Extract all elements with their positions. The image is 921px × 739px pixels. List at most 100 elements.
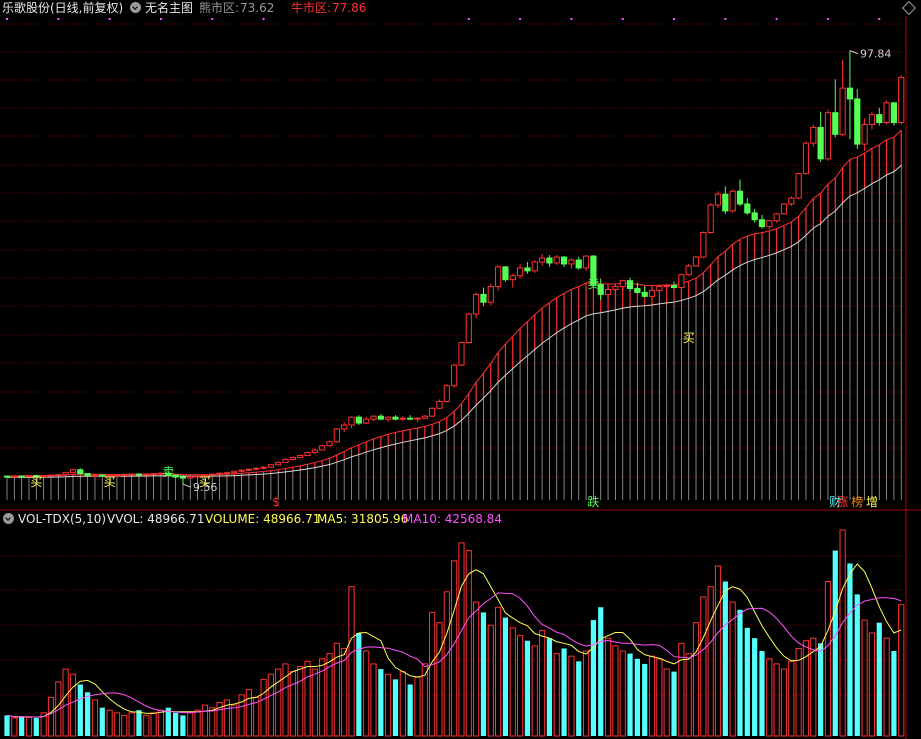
candle-body bbox=[311, 449, 318, 454]
volume-bar bbox=[465, 550, 472, 737]
candle-body bbox=[868, 114, 876, 125]
volume-bar bbox=[128, 712, 135, 737]
volume-bar bbox=[546, 638, 553, 736]
candle-body bbox=[634, 288, 641, 293]
candle-body bbox=[253, 467, 260, 470]
candle-body bbox=[304, 452, 311, 456]
candle-body bbox=[121, 474, 128, 477]
candle-body bbox=[69, 469, 77, 474]
volume-bar bbox=[150, 712, 157, 737]
volume-bar bbox=[304, 660, 311, 737]
volume-bar bbox=[773, 663, 780, 737]
volume-bar bbox=[780, 668, 788, 737]
volume-bar bbox=[700, 596, 707, 737]
candle-body bbox=[678, 274, 685, 289]
candle-body bbox=[766, 220, 773, 228]
candle-body bbox=[282, 458, 289, 463]
candle-body bbox=[179, 476, 187, 479]
volume-bar bbox=[407, 684, 413, 736]
candle-body bbox=[700, 232, 707, 258]
volume-bar bbox=[568, 655, 575, 737]
top-marker bbox=[108, 18, 111, 20]
candle-body bbox=[341, 424, 348, 430]
volume-bar bbox=[480, 612, 487, 736]
candle-body bbox=[553, 256, 560, 264]
volume-bar bbox=[245, 689, 252, 737]
candle-body bbox=[150, 473, 157, 476]
candle-body bbox=[582, 255, 590, 269]
candle-body bbox=[604, 288, 612, 295]
candle-body bbox=[458, 342, 465, 366]
volume-bar bbox=[4, 715, 10, 736]
volume-bar bbox=[752, 638, 758, 736]
volume-bar bbox=[788, 660, 795, 737]
candle-body bbox=[670, 285, 678, 289]
volume-bar bbox=[634, 658, 640, 736]
signal-label: 买 bbox=[104, 475, 116, 489]
stock-chart[interactable]: 97.849.56买 买卖买$ 跌卖买财涨榜增 bbox=[0, 0, 921, 739]
candle-body bbox=[421, 415, 428, 419]
signal-label: 涨 bbox=[837, 494, 849, 509]
volume-bar bbox=[429, 611, 436, 737]
volume-bar bbox=[157, 709, 165, 737]
candle-body bbox=[385, 416, 392, 420]
volume-bar bbox=[517, 635, 524, 737]
volume-bar bbox=[187, 712, 194, 737]
top-marker bbox=[775, 18, 778, 20]
volume-bar bbox=[898, 604, 905, 737]
candle-body bbox=[854, 98, 861, 145]
candle-body bbox=[744, 203, 751, 214]
volume-bar bbox=[737, 609, 743, 736]
top-marker bbox=[570, 18, 573, 20]
candle-body bbox=[538, 257, 546, 263]
volume-bar bbox=[707, 586, 714, 737]
top-marker bbox=[878, 18, 881, 20]
candle-body bbox=[502, 266, 509, 281]
volume-bar bbox=[509, 627, 516, 737]
top-marker bbox=[6, 18, 8, 20]
volume-bar bbox=[121, 714, 128, 737]
candle-body bbox=[216, 472, 223, 475]
candle-body bbox=[62, 472, 69, 476]
volume-bar bbox=[524, 640, 531, 736]
candle-body bbox=[238, 469, 245, 472]
candle-body bbox=[898, 76, 905, 124]
volume-bar bbox=[267, 673, 274, 737]
candle-body bbox=[355, 416, 362, 424]
candle-body bbox=[846, 87, 854, 100]
candle-body bbox=[612, 286, 619, 290]
volume-bar bbox=[69, 673, 77, 737]
top-marker bbox=[621, 18, 624, 20]
volume-bar bbox=[414, 676, 421, 737]
candle-body bbox=[414, 417, 421, 420]
candle-body bbox=[275, 461, 282, 466]
volume-bar bbox=[289, 671, 296, 737]
candle-body bbox=[722, 193, 729, 212]
candle-body bbox=[729, 190, 736, 212]
volume-bar bbox=[260, 678, 267, 737]
volume-bar bbox=[62, 668, 69, 737]
volume-bar bbox=[99, 707, 105, 736]
volume-bar bbox=[33, 717, 39, 736]
top-marker bbox=[211, 18, 214, 20]
volume-bar bbox=[648, 655, 656, 737]
volume-bar bbox=[604, 637, 612, 737]
top-marker bbox=[467, 18, 470, 20]
volume-bar bbox=[25, 716, 33, 737]
candle-body bbox=[77, 469, 84, 475]
candle-body bbox=[839, 87, 846, 135]
candle-body bbox=[531, 261, 538, 272]
candle-body bbox=[546, 257, 553, 264]
candle-body bbox=[560, 256, 568, 265]
candle-body bbox=[575, 259, 582, 269]
candle-body bbox=[773, 213, 780, 222]
volume-bar bbox=[832, 550, 838, 736]
candle-body bbox=[692, 256, 700, 267]
candle-body bbox=[861, 123, 868, 145]
volume-bar bbox=[561, 648, 567, 736]
annotation-leader bbox=[849, 50, 859, 55]
volume-bar bbox=[619, 650, 626, 737]
candle-body bbox=[619, 280, 626, 288]
candle-body bbox=[348, 416, 355, 426]
volume-bar bbox=[538, 629, 546, 737]
